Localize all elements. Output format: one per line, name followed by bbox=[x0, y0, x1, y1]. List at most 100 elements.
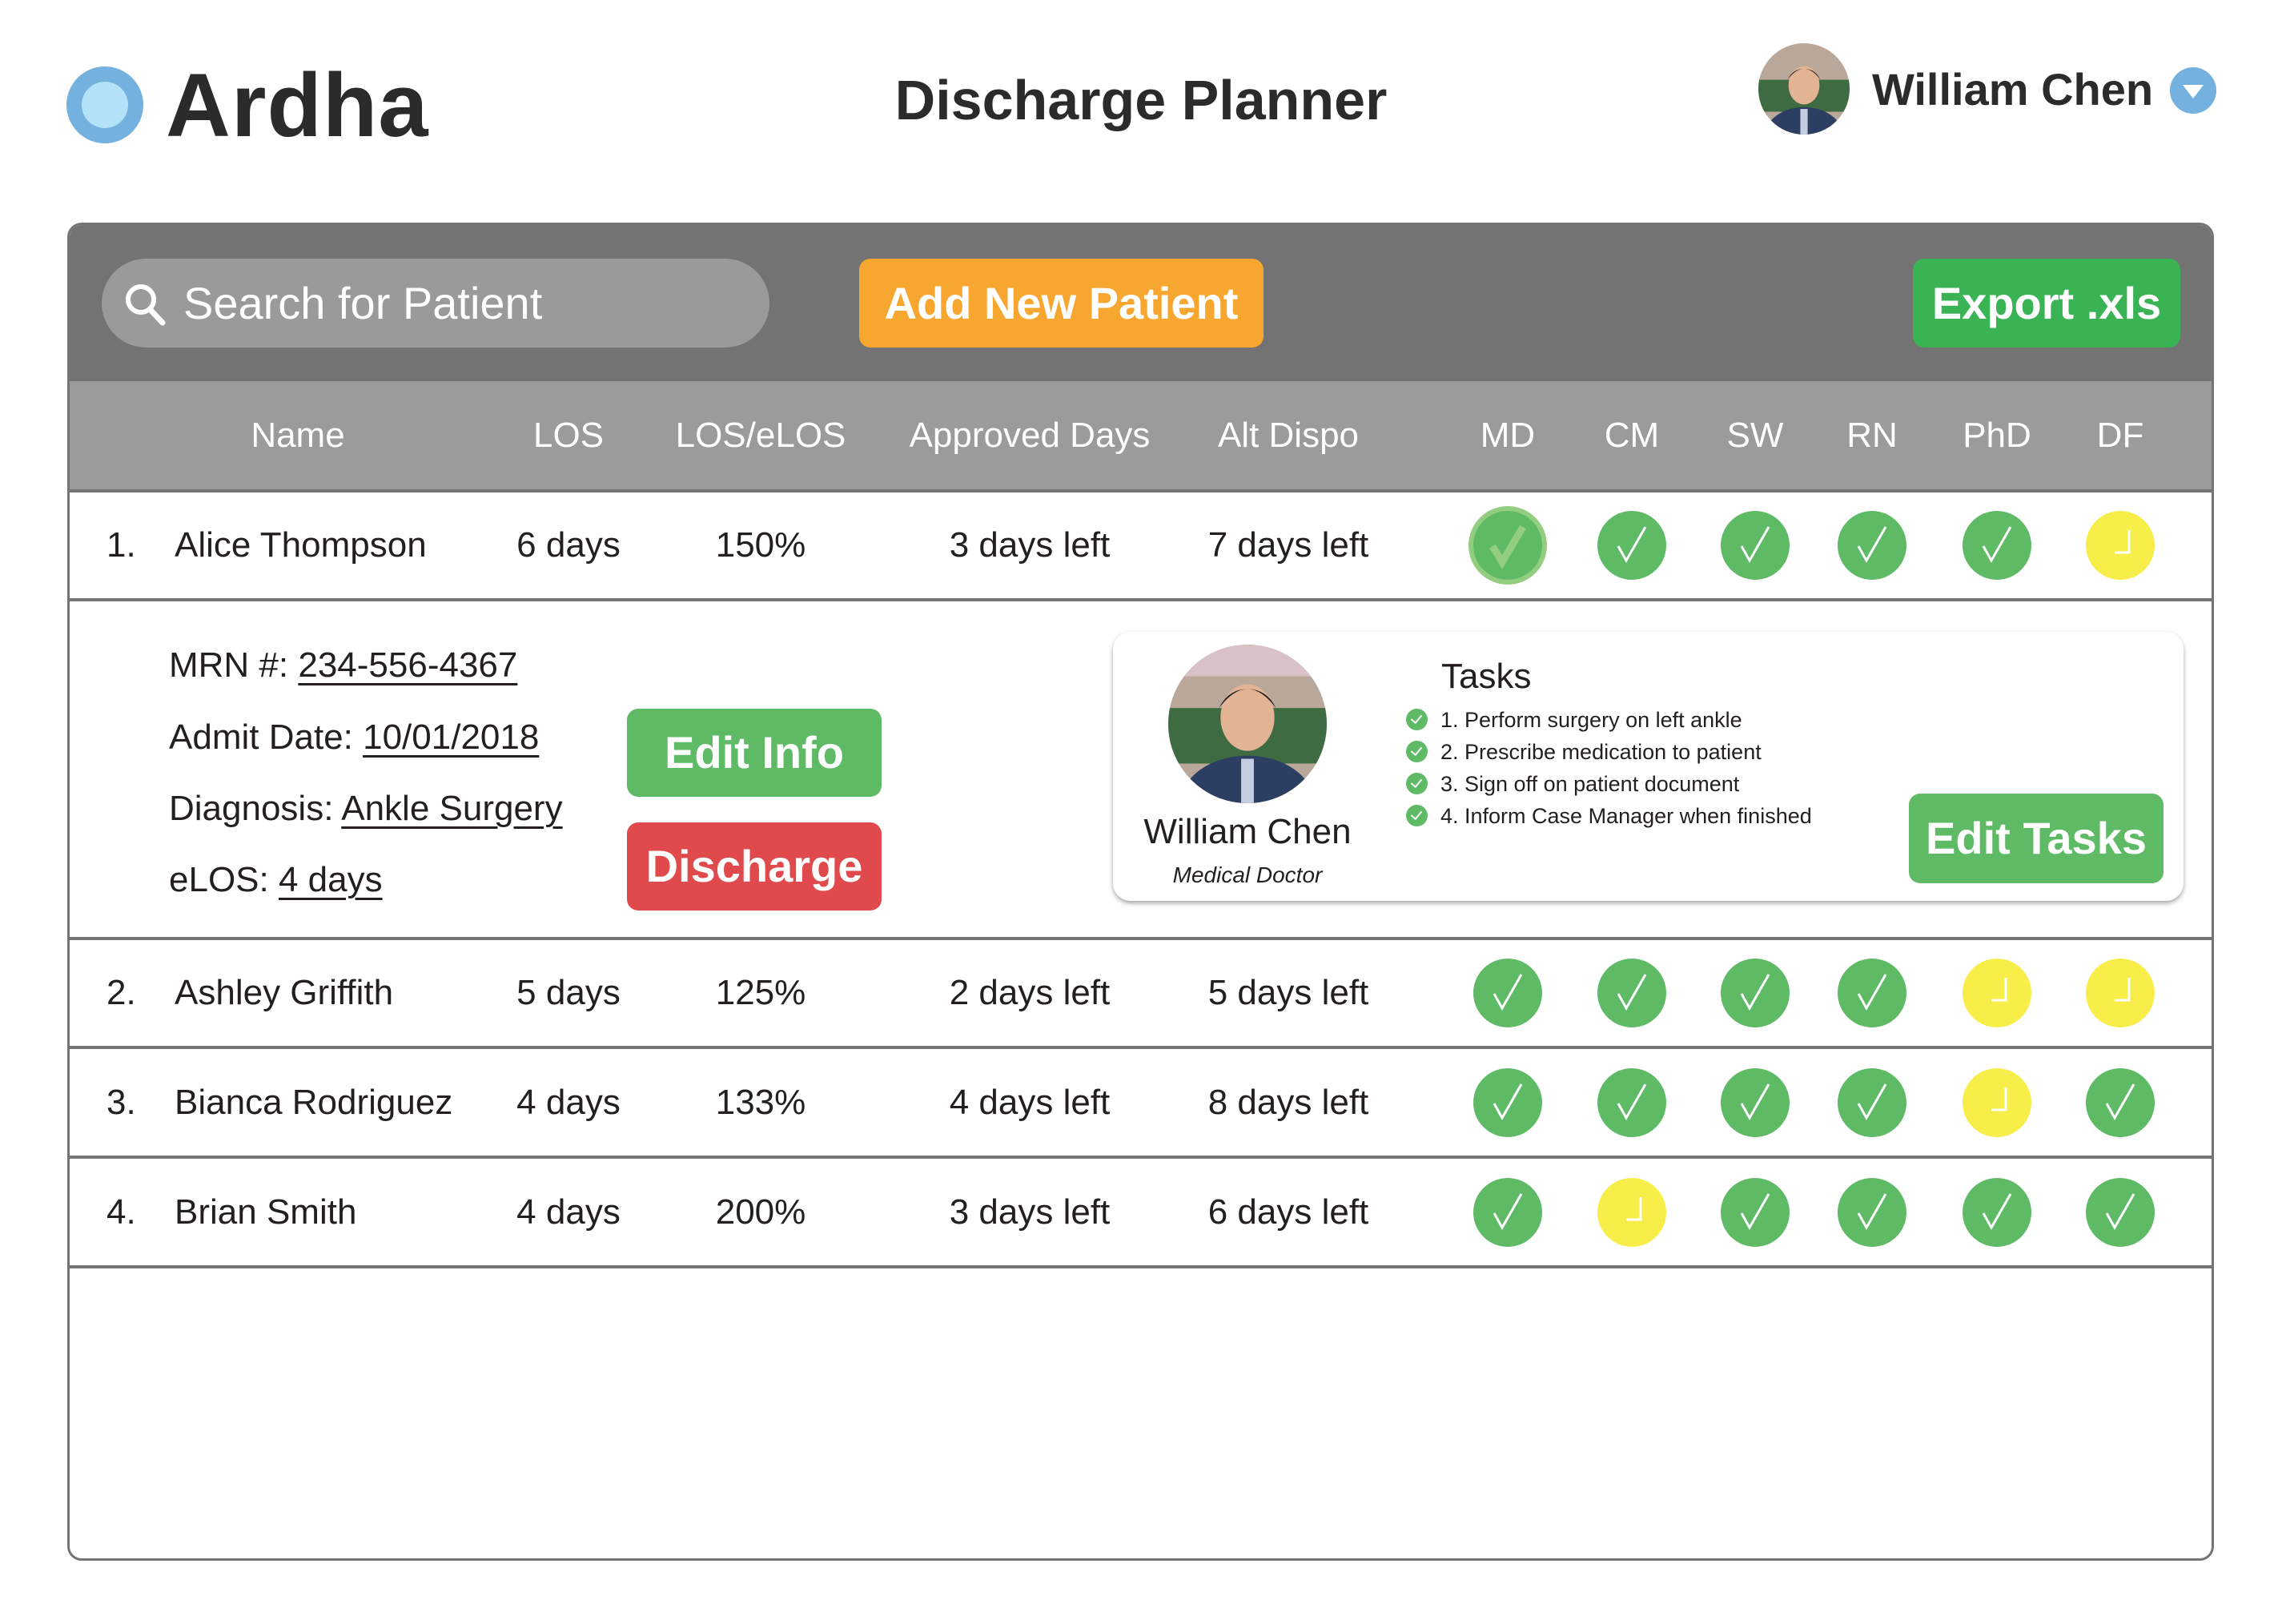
status-df-pending-icon[interactable] bbox=[2086, 959, 2155, 1027]
doctor-role: Medical Doctor bbox=[1172, 862, 1323, 887]
column-header-md[interactable]: MD bbox=[1480, 381, 1535, 489]
patient-name[interactable]: Brian Smith bbox=[175, 1188, 356, 1236]
status-md-check-icon[interactable] bbox=[1473, 1068, 1542, 1137]
alt-dispo-value: 7 days left bbox=[1207, 525, 1369, 565]
patient-name[interactable]: Alice Thompson bbox=[175, 521, 427, 569]
user-avatar[interactable] bbox=[1758, 43, 1850, 135]
column-header-alt-dispo[interactable]: Alt Dispo bbox=[1218, 381, 1359, 489]
los-value: 6 days bbox=[516, 525, 621, 565]
table-row[interactable]: 1. Alice Thompson 6 days 150% 3 days left 7 d… bbox=[70, 492, 2212, 601]
column-header-cm[interactable]: CM bbox=[1605, 381, 1659, 489]
status-cm-pending-icon[interactable] bbox=[1597, 1178, 1666, 1247]
doctor-photo-icon bbox=[1168, 645, 1327, 803]
status-rn-check-icon[interactable] bbox=[1838, 1178, 1906, 1247]
doctor-name: William Chen bbox=[1143, 812, 1352, 851]
los-value: 4 days bbox=[516, 1192, 621, 1232]
table-row[interactable]: 3. Bianca Rodriguez 4 days 133% 4 days left 8… bbox=[70, 1050, 2212, 1159]
export-xls-button[interactable]: Export .xls bbox=[1913, 259, 2180, 348]
add-new-patient-button[interactable]: Add New Patient bbox=[859, 259, 1264, 348]
status-phd-check-icon[interactable] bbox=[1963, 1178, 2031, 1247]
chevron-down-icon[interactable] bbox=[2170, 67, 2216, 114]
los-elos-value: 200% bbox=[715, 1192, 806, 1232]
row-number: 2. bbox=[106, 973, 136, 1012]
page-title: Discharge Planner bbox=[894, 69, 1388, 131]
task-check-icon[interactable] bbox=[1406, 773, 1428, 795]
task-item[interactable]: 3. Sign off on patient document bbox=[1406, 770, 1739, 798]
edit-tasks-button[interactable]: Edit Tasks bbox=[1909, 794, 2163, 883]
diagnosis-value[interactable]: Ankle Surgery bbox=[341, 789, 562, 828]
table-row[interactable]: 2. Ashley Griffith 5 days 125% 2 days left 5 … bbox=[70, 940, 2212, 1049]
status-df-check-icon[interactable] bbox=[2086, 1068, 2155, 1137]
edit-info-button[interactable]: Edit Info bbox=[627, 709, 882, 797]
los-value: 4 days bbox=[516, 1083, 621, 1122]
status-md-check-icon[interactable] bbox=[1473, 959, 1542, 1027]
task-text: 4. Inform Case Manager when finished bbox=[1440, 804, 1812, 828]
search-placeholder: Search for Patient bbox=[183, 278, 543, 328]
row-number: 1. bbox=[106, 525, 136, 565]
task-check-icon[interactable] bbox=[1406, 741, 1428, 763]
task-text: 3. Sign off on patient document bbox=[1440, 772, 1740, 796]
status-md-check-icon[interactable] bbox=[1473, 511, 1542, 580]
status-cm-check-icon[interactable] bbox=[1597, 1068, 1666, 1137]
search-icon bbox=[126, 284, 166, 326]
table-header: Name LOS LOS/eLOS Approved Days Alt Disp… bbox=[70, 381, 2212, 492]
status-phd-check-icon[interactable] bbox=[1963, 511, 2031, 580]
column-header-sw[interactable]: SW bbox=[1727, 381, 1784, 489]
task-item[interactable]: 4. Inform Case Manager when finished bbox=[1406, 802, 1812, 830]
column-header-los[interactable]: LOS bbox=[533, 381, 604, 489]
task-check-icon[interactable] bbox=[1406, 709, 1428, 731]
task-item[interactable]: 1. Perform surgery on left ankle bbox=[1406, 705, 1742, 734]
admit-date-value[interactable]: 10/01/2018 bbox=[363, 718, 539, 757]
status-rn-check-icon[interactable] bbox=[1838, 1068, 1906, 1137]
search-input[interactable]: Search for Patient bbox=[102, 259, 769, 348]
brand-logo-icon bbox=[66, 66, 143, 143]
status-df-check-icon[interactable] bbox=[2086, 1178, 2155, 1247]
diagnosis-field: Diagnosis: Ankle Surgery bbox=[169, 785, 563, 833]
task-text: 1. Perform surgery on left ankle bbox=[1440, 708, 1742, 732]
row-number: 3. bbox=[106, 1083, 136, 1122]
discharge-button[interactable]: Discharge bbox=[627, 822, 882, 910]
task-item[interactable]: 2. Prescribe medication to patient bbox=[1406, 738, 1762, 766]
admit-date-label: Admit Date: bbox=[169, 718, 353, 757]
task-check-icon[interactable] bbox=[1406, 805, 1428, 827]
column-header-rn[interactable]: RN bbox=[1846, 381, 1898, 489]
patient-panel: Search for Patient Add New Patient Expor… bbox=[67, 223, 2214, 1561]
alt-dispo-value: 8 days left bbox=[1207, 1083, 1369, 1122]
status-sw-check-icon[interactable] bbox=[1721, 1068, 1790, 1137]
status-phd-pending-icon[interactable] bbox=[1963, 959, 2031, 1027]
mrn-value[interactable]: 234-556-4367 bbox=[298, 645, 517, 685]
approved-days-value: 3 days left bbox=[949, 525, 1111, 565]
toolbar: Search for Patient Add New Patient Expor… bbox=[70, 225, 2212, 381]
los-elos-value: 150% bbox=[715, 525, 806, 565]
column-header-los-elos[interactable]: LOS/eLOS bbox=[676, 381, 846, 489]
column-header-name[interactable]: Name bbox=[251, 381, 344, 489]
approved-days-value: 3 days left bbox=[949, 1192, 1111, 1232]
brand-name: Ardha bbox=[166, 55, 429, 155]
user-name[interactable]: William Chen bbox=[1872, 59, 2153, 120]
diagnosis-label: Diagnosis: bbox=[169, 789, 334, 828]
care-team-card: William Chen Medical Doctor Tasks 1. Per… bbox=[1113, 632, 2184, 901]
column-header-df[interactable]: DF bbox=[2097, 381, 2144, 489]
status-rn-check-icon[interactable] bbox=[1838, 511, 1906, 580]
column-header-approved-days[interactable]: Approved Days bbox=[910, 381, 1151, 489]
status-cm-check-icon[interactable] bbox=[1597, 511, 1666, 580]
los-value: 5 days bbox=[516, 973, 621, 1012]
admit-date-field: Admit Date: 10/01/2018 bbox=[169, 714, 539, 762]
status-md-check-icon[interactable] bbox=[1473, 1178, 1542, 1247]
tasks-title: Tasks bbox=[1441, 657, 1532, 696]
patient-name[interactable]: Bianca Rodriguez bbox=[175, 1079, 452, 1127]
status-sw-check-icon[interactable] bbox=[1721, 511, 1790, 580]
status-cm-check-icon[interactable] bbox=[1597, 959, 1666, 1027]
status-rn-check-icon[interactable] bbox=[1838, 959, 1906, 1027]
los-elos-value: 125% bbox=[715, 973, 806, 1012]
status-phd-pending-icon[interactable] bbox=[1963, 1068, 2031, 1137]
table-row[interactable]: 4. Brian Smith 4 days 200% 3 days left 6 days… bbox=[70, 1160, 2212, 1268]
status-sw-check-icon[interactable] bbox=[1721, 1178, 1790, 1247]
patient-name[interactable]: Ashley Griffith bbox=[175, 969, 393, 1017]
elos-value[interactable]: 4 days bbox=[279, 860, 383, 899]
status-sw-check-icon[interactable] bbox=[1721, 959, 1790, 1027]
task-text: 2. Prescribe medication to patient bbox=[1440, 740, 1762, 764]
user-photo-icon bbox=[1758, 43, 1850, 135]
column-header-phd[interactable]: PhD bbox=[1963, 381, 2031, 489]
status-df-pending-icon[interactable] bbox=[2086, 511, 2155, 580]
